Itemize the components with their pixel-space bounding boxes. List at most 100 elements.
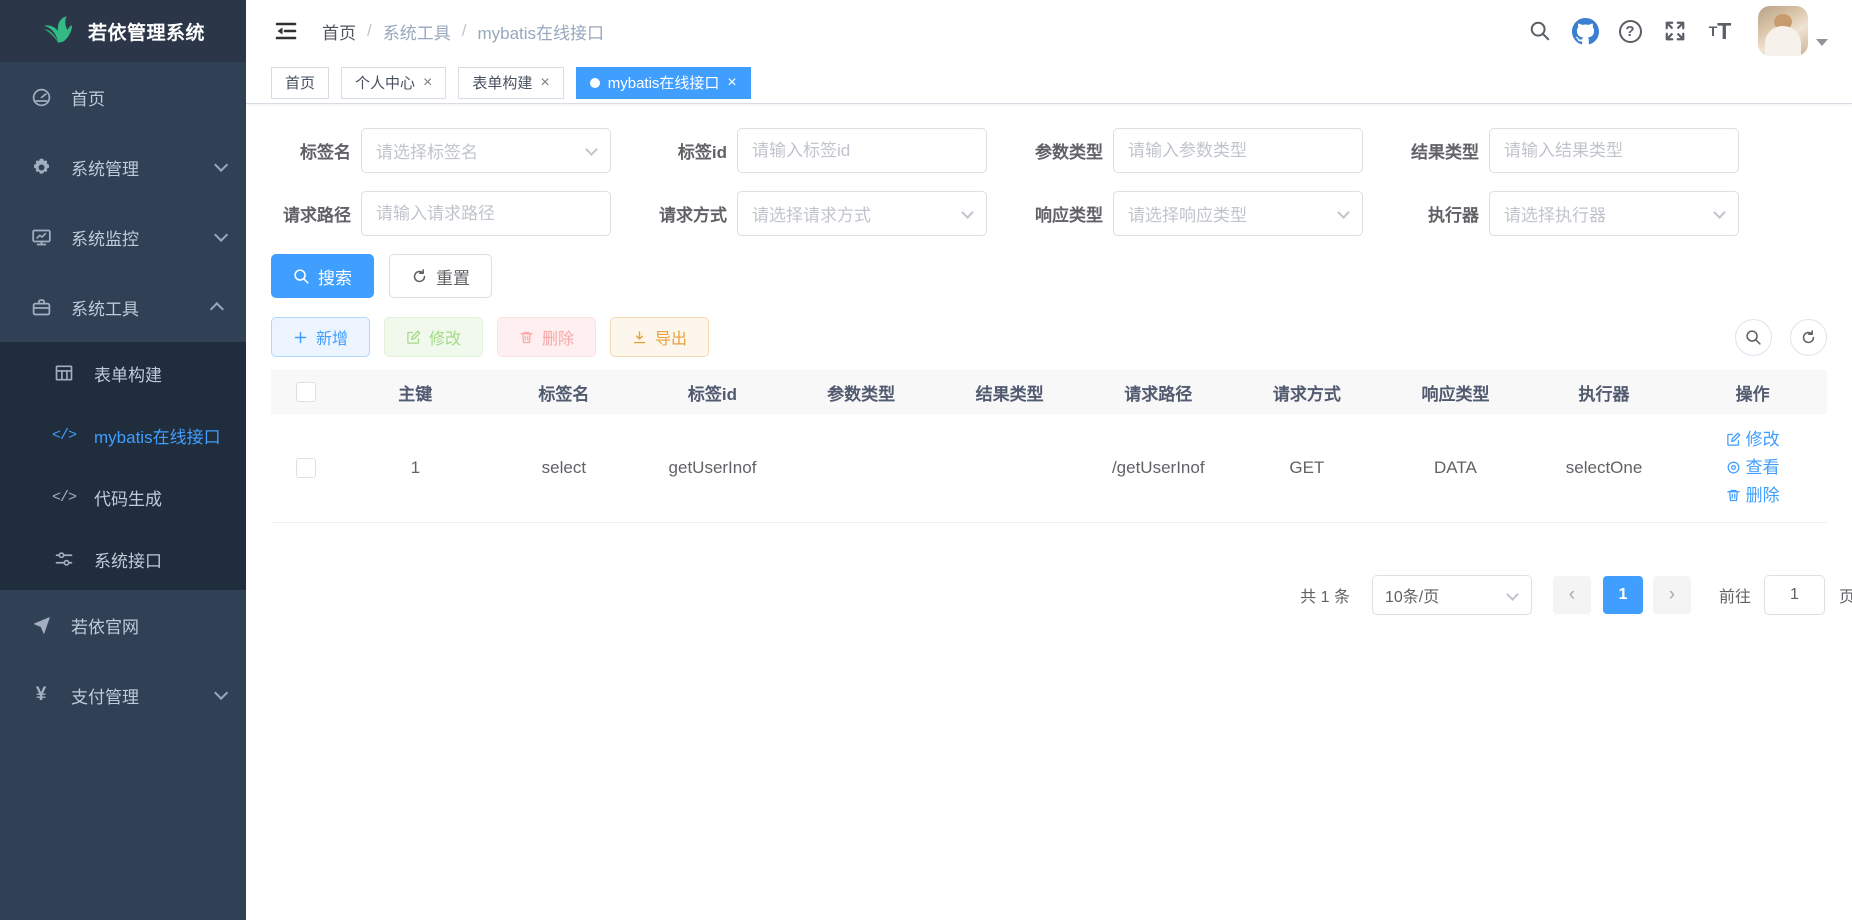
- cell-request-method: GET: [1233, 414, 1382, 522]
- field-label: 参数类型: [1023, 138, 1103, 163]
- col-header-tag-name: 标签名: [490, 370, 639, 414]
- sidebar-submenu-system-tools: 表单构建 </> mybatis在线接口 </> 代码生成 系统接口: [0, 342, 246, 590]
- tag-name-select[interactable]: 请选择标签名: [361, 128, 611, 173]
- search-icon: [293, 268, 310, 285]
- breadcrumb-system-tools: 系统工具: [383, 19, 451, 44]
- prev-page-button[interactable]: ‹: [1553, 576, 1591, 614]
- code-icon: </>: [48, 489, 80, 506]
- next-page-button[interactable]: ›: [1653, 576, 1691, 614]
- add-button[interactable]: 新增: [271, 317, 370, 357]
- request-method-select[interactable]: 请选择请求方式: [737, 191, 987, 236]
- refresh-icon: [1800, 329, 1817, 346]
- filter-request-method: 请求方式 请选择请求方式: [647, 191, 987, 236]
- result-type-input[interactable]: [1504, 141, 1724, 161]
- paper-plane-icon: [25, 616, 57, 635]
- sidebar-item-label: 若依官网: [71, 613, 139, 638]
- executor-select[interactable]: 请选择执行器: [1489, 191, 1739, 236]
- sliders-icon: [48, 549, 80, 569]
- tab-home[interactable]: 首页: [271, 67, 329, 99]
- breadcrumb-home[interactable]: 首页: [322, 19, 356, 44]
- sidebar-item-system-monitor[interactable]: 系统监控: [0, 202, 246, 272]
- close-icon[interactable]: ×: [540, 74, 549, 92]
- field-label: 请求方式: [647, 201, 727, 226]
- tab-mybatis-online-api[interactable]: mybatis在线接口 ×: [576, 67, 751, 99]
- tag-id-input[interactable]: [752, 141, 972, 161]
- request-path-input[interactable]: [376, 204, 596, 224]
- fullscreen-icon[interactable]: [1660, 16, 1690, 46]
- refresh-icon: [411, 268, 428, 285]
- sidebar-item-label: 系统工具: [71, 295, 139, 320]
- navbar-actions: ? TT: [1525, 6, 1828, 56]
- toolbox-icon: [25, 297, 57, 318]
- breadcrumb-separator: /: [367, 21, 372, 41]
- sidebar-item-payment-management[interactable]: ¥ 支付管理: [0, 660, 246, 730]
- user-menu[interactable]: [1758, 6, 1828, 56]
- row-edit-link[interactable]: 修改: [1726, 427, 1780, 452]
- tab-profile[interactable]: 个人中心 ×: [341, 67, 446, 99]
- col-header-pk: 主键: [341, 370, 490, 414]
- app-logo[interactable]: 若依管理系统: [0, 0, 246, 62]
- filter-result-type: 结果类型: [1399, 128, 1739, 173]
- close-icon[interactable]: ×: [423, 74, 432, 92]
- page-size-select[interactable]: 10条/页: [1372, 575, 1532, 615]
- sidebar-item-mybatis-online-api[interactable]: </> mybatis在线接口: [0, 404, 246, 466]
- gear-icon: [25, 157, 57, 178]
- chevron-down-icon: [1506, 588, 1519, 601]
- table-header-row: 主键 标签名 标签id 参数类型 结果类型 请求路径 请求方式 响应类型 执行器…: [271, 370, 1827, 414]
- edit-icon: [1726, 432, 1741, 447]
- sidebar: 若依管理系统 首页 系统管理 系统监控 系统工具 表单构建: [0, 0, 246, 920]
- chevron-down-icon: [1337, 206, 1350, 219]
- avatar[interactable]: [1758, 6, 1808, 56]
- close-icon[interactable]: ×: [727, 74, 736, 92]
- delete-button[interactable]: 删除: [497, 317, 596, 357]
- tab-label: 首页: [285, 72, 315, 93]
- sidebar-item-label: 支付管理: [71, 683, 139, 708]
- sidebar-item-label: 首页: [71, 85, 105, 110]
- sidebar-toggle-icon[interactable]: [264, 9, 308, 53]
- tab-form-builder[interactable]: 表单构建 ×: [458, 67, 563, 99]
- eye-icon: [1726, 460, 1741, 475]
- export-button[interactable]: 导出: [610, 317, 709, 357]
- sidebar-item-label: 系统管理: [71, 155, 139, 180]
- sidebar-item-code-generation[interactable]: </> 代码生成: [0, 466, 246, 528]
- search-icon[interactable]: [1525, 16, 1555, 46]
- col-header-actions: 操作: [1678, 370, 1827, 414]
- field-label: 结果类型: [1399, 138, 1479, 163]
- sidebar-item-form-builder[interactable]: 表单构建: [0, 342, 246, 404]
- github-icon[interactable]: [1570, 16, 1600, 46]
- sidebar-item-system-tools[interactable]: 系统工具: [0, 272, 246, 342]
- download-icon: [632, 330, 647, 345]
- row-delete-link[interactable]: 删除: [1726, 483, 1780, 508]
- row-checkbox[interactable]: [296, 458, 316, 478]
- tags-view-bar: 首页 个人中心 × 表单构建 × mybatis在线接口 ×: [246, 62, 1852, 104]
- tab-label: mybatis在线接口: [608, 72, 720, 93]
- breadcrumb-separator: /: [462, 21, 467, 41]
- sidebar-item-system-api[interactable]: 系统接口: [0, 528, 246, 590]
- refresh-button[interactable]: [1790, 319, 1827, 356]
- reset-button[interactable]: 重置: [389, 254, 492, 298]
- table-grid-icon: [48, 363, 80, 383]
- filter-response-type: 响应类型 请选择响应类型: [1023, 191, 1363, 236]
- sidebar-item-label: 表单构建: [94, 361, 162, 386]
- sidebar-item-home[interactable]: 首页: [0, 62, 246, 132]
- row-view-link[interactable]: 查看: [1726, 455, 1780, 480]
- select-placeholder: 请选择响应类型: [1128, 201, 1247, 226]
- edit-button[interactable]: 修改: [384, 317, 483, 357]
- filter-request-path: 请求路径: [271, 191, 611, 236]
- col-header-request-path: 请求路径: [1084, 370, 1233, 414]
- search-button[interactable]: 搜索: [271, 254, 374, 298]
- col-header-param-type: 参数类型: [787, 370, 936, 414]
- help-icon[interactable]: ?: [1615, 16, 1645, 46]
- goto-page-input[interactable]: [1764, 575, 1825, 615]
- sidebar-item-ruoyi-website[interactable]: 若依官网: [0, 590, 246, 660]
- response-type-select[interactable]: 请选择响应类型: [1113, 191, 1363, 236]
- sidebar-item-system-management[interactable]: 系统管理: [0, 132, 246, 202]
- pagination-total: 共 1 条: [1300, 583, 1350, 607]
- select-all-checkbox[interactable]: [296, 382, 316, 402]
- show-search-button[interactable]: [1735, 319, 1772, 356]
- param-type-input[interactable]: [1128, 141, 1348, 161]
- table-row[interactable]: 1 select getUserInof /getUserInof GET DA…: [271, 414, 1827, 522]
- page-number-1[interactable]: 1: [1603, 576, 1643, 614]
- font-size-icon[interactable]: TT: [1705, 16, 1735, 46]
- field-label: 标签id: [647, 138, 727, 163]
